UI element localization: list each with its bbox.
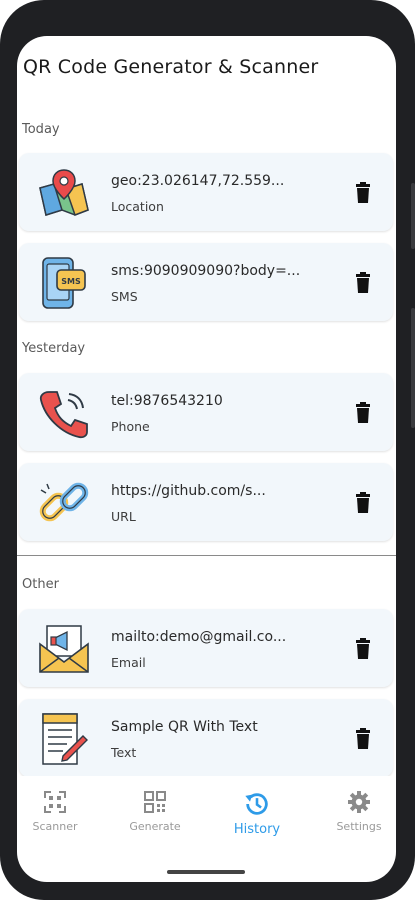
home-indicator[interactable] bbox=[167, 870, 245, 874]
email-envelope-icon bbox=[39, 625, 89, 673]
delete-icon[interactable] bbox=[351, 637, 375, 661]
map-location-icon bbox=[39, 169, 89, 216]
gear-icon bbox=[348, 791, 370, 813]
volume-button bbox=[411, 308, 415, 428]
history-item-text[interactable]: Sample QR With Text Text bbox=[19, 699, 393, 777]
section-label-today: Today bbox=[22, 122, 60, 137]
section-label-other: Other bbox=[22, 577, 59, 592]
item-value: sms:9090909090?body=... bbox=[111, 263, 301, 279]
nav-item-generate[interactable]: Generate bbox=[115, 790, 195, 833]
delete-icon[interactable] bbox=[351, 491, 375, 515]
history-item-url[interactable]: https://github.com/s... URL bbox=[19, 463, 393, 541]
power-button bbox=[411, 183, 415, 249]
delete-icon[interactable] bbox=[351, 401, 375, 425]
item-value: geo:23.026147,72.559... bbox=[111, 173, 285, 189]
nav-item-settings[interactable]: Settings bbox=[319, 790, 396, 833]
delete-icon[interactable] bbox=[351, 271, 375, 295]
item-type: SMS bbox=[111, 289, 138, 304]
text-note-icon bbox=[42, 713, 88, 765]
qr-code-icon bbox=[144, 791, 166, 813]
app-screen: QR Code Generator & Scanner Today geo:23… bbox=[17, 36, 396, 882]
device-frame: QR Code Generator & Scanner Today geo:23… bbox=[0, 0, 415, 900]
delete-icon[interactable] bbox=[351, 727, 375, 751]
item-type: Phone bbox=[111, 419, 150, 434]
qr-scan-icon bbox=[44, 791, 66, 813]
item-type: Text bbox=[111, 745, 137, 760]
nav-item-history[interactable]: History bbox=[217, 790, 297, 837]
item-value: tel:9876543210 bbox=[111, 393, 223, 409]
history-item-email[interactable]: mailto:demo@gmail.co... Email bbox=[19, 609, 393, 687]
bottom-navigation: Scanner Generate History Settings bbox=[17, 776, 396, 851]
item-type: URL bbox=[111, 509, 136, 524]
nav-label: Generate bbox=[129, 820, 181, 833]
nav-label: History bbox=[233, 822, 281, 837]
svg-text:SMS: SMS bbox=[61, 277, 81, 286]
link-chain-icon bbox=[39, 482, 89, 522]
item-type: Location bbox=[111, 199, 164, 214]
nav-item-scanner[interactable]: Scanner bbox=[17, 790, 95, 833]
item-value: https://github.com/s... bbox=[111, 483, 266, 499]
delete-icon[interactable] bbox=[351, 181, 375, 205]
section-divider bbox=[17, 555, 396, 556]
nav-label: Scanner bbox=[32, 820, 78, 833]
phone-call-icon bbox=[39, 391, 88, 439]
history-item-sms[interactable]: SMS sms:9090909090?body=... SMS bbox=[19, 243, 393, 321]
page-title: QR Code Generator & Scanner bbox=[23, 56, 319, 78]
item-value: mailto:demo@gmail.co... bbox=[111, 629, 287, 645]
item-type: Email bbox=[111, 655, 146, 670]
history-item-phone[interactable]: tel:9876543210 Phone bbox=[19, 373, 393, 451]
section-label-yesterday: Yesterday bbox=[22, 341, 86, 356]
sms-phone-icon: SMS bbox=[42, 257, 86, 309]
nav-label: Settings bbox=[336, 820, 382, 833]
history-icon bbox=[245, 793, 268, 815]
history-item-location[interactable]: geo:23.026147,72.559... Location bbox=[19, 153, 393, 231]
item-value: Sample QR With Text bbox=[111, 719, 258, 735]
